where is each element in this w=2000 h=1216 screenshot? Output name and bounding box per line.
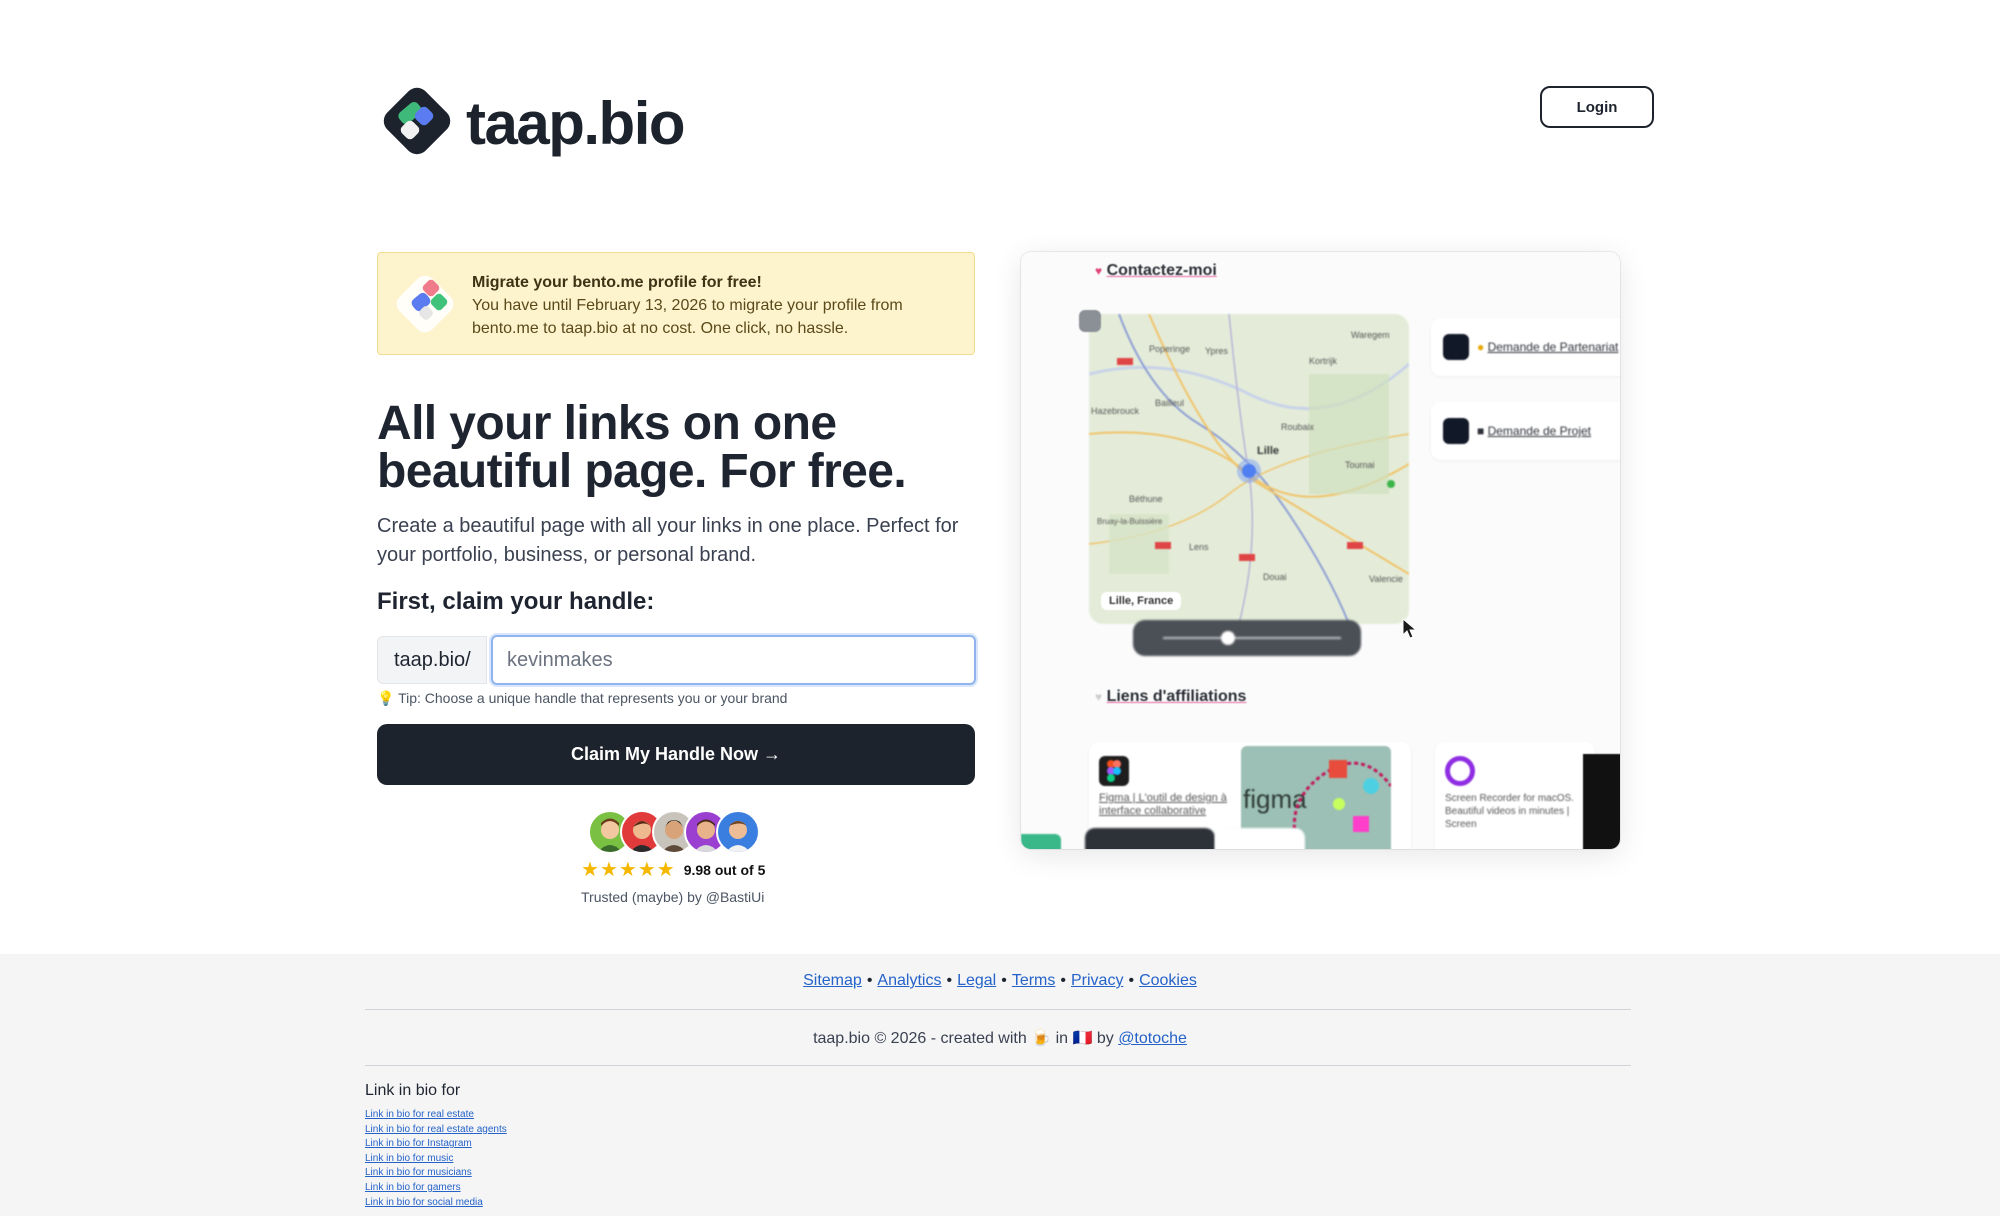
- map-location-label: Lille, France: [1101, 592, 1182, 610]
- mail-icon: [1443, 334, 1469, 360]
- preview-toolbar-input: [1215, 828, 1305, 849]
- banner-text: Migrate your bento.me profile for free! …: [472, 271, 952, 340]
- lib-link[interactable]: Link in bio for gamers: [365, 1181, 507, 1196]
- lib-link[interactable]: Link in bio for real estate agents: [365, 1123, 507, 1138]
- svg-text:Bruay-la-Buissière: Bruay-la-Buissière: [1097, 517, 1163, 526]
- svg-text:Roubaix: Roubaix: [1281, 422, 1315, 432]
- figma-icon: [1099, 756, 1129, 786]
- preview-badge: [1021, 834, 1061, 849]
- preview-toolbar: [1085, 828, 1215, 849]
- preview-map: Poperinge Ypres Kortrijk Waregem Hazebro…: [1089, 314, 1409, 624]
- svg-text:Lille: Lille: [1257, 445, 1279, 457]
- preview-section-affiliates: ♥ Liens d'affiliations: [1095, 688, 1247, 705]
- claim-handle-button[interactable]: Claim My Handle Now →: [377, 724, 975, 785]
- svg-text:Kortrijk: Kortrijk: [1309, 356, 1338, 366]
- rating-stars: ★ ★ ★ ★ ★ 9.98 out of 5: [581, 860, 765, 880]
- svg-text:Tournai: Tournai: [1345, 460, 1375, 470]
- handle-prefix: taap.bio/: [377, 636, 487, 684]
- bento-icon: [396, 275, 454, 333]
- tile-screen-recorder: Screen Recorder for macOS. Beautiful vid…: [1435, 742, 1595, 849]
- rating-text: 9.98 out of 5: [683, 862, 766, 878]
- copyright: taap.bio © 2026 - created with 🍺 in 🇫🇷 b…: [813, 1030, 1187, 1047]
- heart-icon: ♥: [1095, 264, 1103, 278]
- tile-dark-thumbnail: [1583, 754, 1620, 849]
- banner-body: You have until February 13, 2026 to migr…: [472, 297, 903, 337]
- link-in-bio-heading: Link in bio for: [365, 1082, 461, 1099]
- tile-partnership: ● Demande de Partenariat: [1431, 318, 1620, 376]
- svg-text:Béthune: Béthune: [1129, 494, 1163, 504]
- preview-section-contact: ♥ Contactez-moi: [1095, 262, 1217, 279]
- svg-text:Bailleul: Bailleul: [1155, 398, 1184, 408]
- hero-headline: All your links on one beautiful page. Fo…: [377, 397, 907, 498]
- footer-link-cookies[interactable]: Cookies: [1139, 972, 1197, 989]
- trusted-text: Trusted (maybe) by @BastiUi: [581, 889, 765, 905]
- footer-link-sitemap[interactable]: Sitemap: [803, 972, 862, 989]
- svg-text:Douai: Douai: [1263, 572, 1287, 582]
- lib-link[interactable]: Link in bio for real estate: [365, 1108, 507, 1123]
- footer-link-legal[interactable]: Legal: [957, 972, 996, 989]
- svg-text:Waregem: Waregem: [1351, 330, 1390, 340]
- banner-title: Migrate your bento.me profile for free!: [472, 274, 762, 291]
- svg-text:Valencie: Valencie: [1369, 574, 1403, 584]
- tile-partnership-label: ● Demande de Partenariat: [1477, 340, 1619, 354]
- cursor-icon: [1402, 618, 1418, 639]
- profile-preview: ♥ Contactez-moi Poperinge Ypres Kortrijk…: [1021, 252, 1620, 849]
- brand-logo[interactable]: taap.bio: [376, 84, 686, 162]
- footer-link-analytics[interactable]: Analytics: [877, 972, 941, 989]
- avatar-stack: [588, 810, 768, 854]
- svg-text:Lens: Lens: [1189, 542, 1209, 552]
- hero-subtext: Create a beautiful page with all your li…: [377, 515, 959, 566]
- handle-tip: 💡 Tip: Choose a unique handle that repre…: [377, 690, 788, 706]
- handle-input[interactable]: [491, 635, 976, 685]
- lib-link[interactable]: Link in bio for musicians: [365, 1166, 507, 1181]
- link-in-bio-list: Link in bio for real estate Link in bio …: [365, 1108, 507, 1210]
- tile-project-label: ■ Demande de Projet: [1477, 424, 1591, 438]
- brand-name: taap.bio: [466, 89, 686, 157]
- map-control-icon: [1079, 310, 1101, 332]
- footer-link-terms[interactable]: Terms: [1012, 972, 1056, 989]
- taap-logo-icon: [383, 87, 451, 155]
- recorder-icon: [1445, 756, 1475, 786]
- tile-project: ■ Demande de Projet: [1431, 402, 1620, 460]
- star-icon: ★: [581, 859, 599, 881]
- footer-links: Sitemap • Analytics • Legal • Terms • Privacy • Co…: [803, 972, 1197, 989]
- footer-link-privacy[interactable]: Privacy: [1071, 972, 1123, 989]
- lib-link[interactable]: Link in bio for music: [365, 1152, 507, 1167]
- svg-text:Hazebrouck: Hazebrouck: [1091, 406, 1140, 416]
- svg-text:Poperinge: Poperinge: [1149, 344, 1190, 354]
- screen-recorder-text: Screen Recorder for macOS. Beautiful vid…: [1445, 793, 1574, 830]
- login-button[interactable]: Login: [1540, 86, 1654, 128]
- zoom-slider: [1133, 620, 1361, 656]
- star-icon: ★: [656, 859, 675, 881]
- avatar: [716, 810, 760, 854]
- mail-icon: [1443, 418, 1469, 444]
- footer-divider: [365, 1009, 1631, 1010]
- heart-icon: ♥: [1095, 690, 1103, 704]
- star-icon: ★: [618, 859, 637, 881]
- lib-link[interactable]: Link in bio for social media: [365, 1196, 507, 1211]
- migration-banner: Migrate your bento.me profile for free! …: [377, 252, 975, 355]
- figma-tile-text: Figma | L'outil de design à interface co…: [1099, 792, 1227, 817]
- lib-link[interactable]: Link in bio for Instagram: [365, 1137, 507, 1152]
- footer: Sitemap • Analytics • Legal • Terms • Privacy • Co…: [0, 954, 2000, 1216]
- claim-label: First, claim your handle:: [377, 588, 655, 615]
- star-icon: ★: [637, 859, 656, 881]
- svg-text:Ypres: Ypres: [1205, 346, 1228, 356]
- footer-divider: [365, 1065, 1631, 1066]
- star-icon: ★: [599, 859, 618, 881]
- author-link[interactable]: @totoche: [1118, 1030, 1187, 1047]
